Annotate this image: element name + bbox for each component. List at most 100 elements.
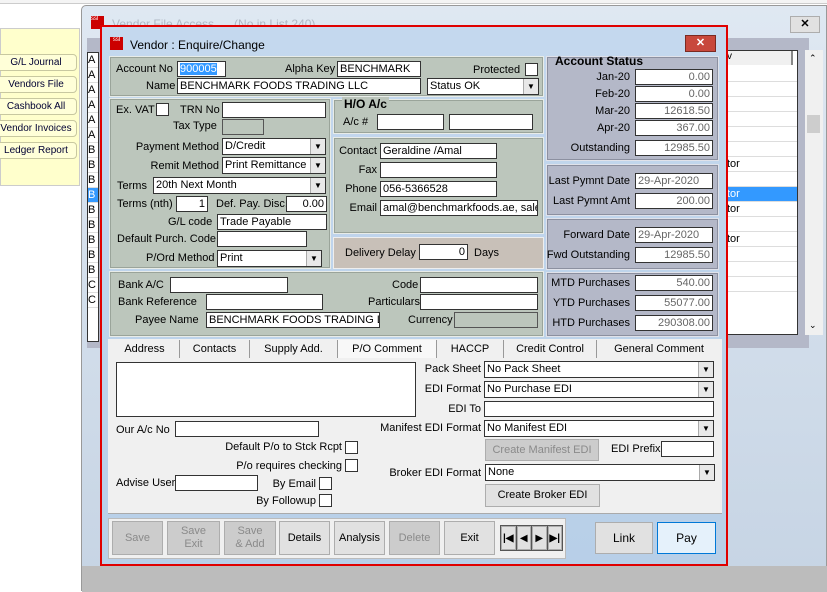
tab-po-comment[interactable]: P/O Comment: [338, 340, 437, 358]
alpha-key-input[interactable]: BENCHMARK: [337, 61, 421, 77]
fax-input[interactable]: [380, 162, 497, 178]
list-row-left[interactable]: C: [88, 278, 98, 293]
tab-supply-add[interactable]: Supply Add.: [250, 340, 338, 358]
code-input[interactable]: [420, 277, 538, 293]
phone-input[interactable]: 056-5366528: [380, 181, 497, 197]
po-requires-checking-checkbox[interactable]: [345, 459, 358, 472]
first-record-icon[interactable]: |◀: [501, 526, 516, 550]
save-exit-button[interactable]: Save Exit: [167, 521, 220, 555]
list-row-left[interactable]: B: [88, 143, 98, 158]
our-ac-no-input[interactable]: [175, 421, 319, 437]
status-select[interactable]: Status OK ▼: [427, 78, 539, 95]
last-record-icon[interactable]: ▶|: [547, 526, 562, 550]
list-row-left[interactable]: B: [88, 173, 98, 188]
default-purch-code-input[interactable]: [217, 231, 307, 247]
list-row-left[interactable]: A: [88, 113, 98, 128]
menu-gl-journal[interactable]: G/L Journal: [0, 54, 77, 71]
trn-input[interactable]: [222, 102, 326, 118]
tab-address[interactable]: Address: [110, 340, 180, 358]
ho-ac-input-2[interactable]: [449, 114, 533, 130]
contact-input[interactable]: Geraldine /Amal: [380, 143, 497, 159]
list-row-left[interactable]: B: [88, 188, 98, 203]
particulars-input[interactable]: [420, 294, 538, 310]
menu-cashbook-all[interactable]: Cashbook All: [0, 98, 77, 115]
scroll-thumb[interactable]: [807, 115, 820, 133]
menu-vendors-file[interactable]: Vendors File: [0, 76, 77, 93]
def-pay-disc-input[interactable]: 0.00: [286, 196, 327, 212]
create-broker-edi-button[interactable]: Create Broker EDI: [485, 484, 600, 507]
broker-edi-format-select[interactable]: None ▼: [485, 464, 715, 481]
by-email-checkbox[interactable]: [319, 477, 332, 490]
tab-haccp[interactable]: HACCP: [437, 340, 504, 358]
payee-name-input[interactable]: BENCHMARK FOODS TRADING L: [206, 312, 380, 328]
gl-code-input[interactable]: Trade Payable: [217, 214, 327, 230]
list-row-right[interactable]: [727, 112, 797, 127]
previous-record-icon[interactable]: ◀: [516, 526, 531, 550]
tab-general-comment[interactable]: General Comment: [597, 340, 721, 358]
list-row-right[interactable]: tor: [727, 232, 797, 247]
delete-button[interactable]: Delete: [389, 521, 440, 555]
list-row-right[interactable]: [727, 217, 797, 232]
next-record-icon[interactable]: ▶: [532, 526, 547, 550]
remit-method-select[interactable]: Print Remittance ▼: [222, 157, 326, 174]
tab-credit-control[interactable]: Credit Control: [504, 340, 597, 358]
list-row-right[interactable]: tor: [727, 187, 797, 202]
ho-ac-input[interactable]: [377, 114, 444, 130]
edi-to-input[interactable]: [484, 401, 714, 417]
pord-method-select[interactable]: Print ▼: [217, 250, 322, 267]
terms-nth-input[interactable]: 1: [176, 196, 208, 212]
save-add-button[interactable]: Save & Add: [224, 521, 276, 555]
tab-contacts[interactable]: Contacts: [180, 340, 250, 358]
list-row-left[interactable]: B: [88, 263, 98, 278]
list-row-left[interactable]: B: [88, 218, 98, 233]
list-row-right[interactable]: [727, 262, 797, 277]
exit-button[interactable]: Exit: [444, 521, 495, 555]
list-row-left[interactable]: C: [88, 293, 98, 308]
bank-ac-input[interactable]: [170, 277, 288, 293]
list-row-left[interactable]: B: [88, 248, 98, 263]
bank-reference-input[interactable]: [206, 294, 323, 310]
create-manifest-edi-button[interactable]: Create Manifest EDI: [485, 439, 599, 461]
pay-button[interactable]: Pay: [657, 522, 716, 554]
details-button[interactable]: Details: [279, 521, 330, 555]
list-row-left[interactable]: A: [88, 53, 98, 68]
list-row-left[interactable]: A: [88, 68, 98, 83]
ex-vat-checkbox[interactable]: [156, 103, 169, 116]
list-row-left[interactable]: B: [88, 158, 98, 173]
edi-prefix-input[interactable]: [661, 441, 714, 457]
list-row-right[interactable]: [727, 277, 797, 292]
list-row-right[interactable]: [727, 67, 797, 82]
manifest-edi-format-select[interactable]: No Manifest EDI ▼: [484, 420, 714, 437]
delivery-delay-input[interactable]: 0: [419, 244, 468, 260]
list-row-left[interactable]: A: [88, 128, 98, 143]
link-button[interactable]: Link: [595, 522, 653, 554]
default-po-checkbox[interactable]: [345, 441, 358, 454]
list-scrollbar[interactable]: ⌃ ⌄: [805, 50, 823, 335]
edi-format-select[interactable]: No Purchase EDI ▼: [484, 381, 714, 398]
account-no-input[interactable]: 900005: [177, 61, 226, 77]
list-column-header[interactable]: v: [727, 51, 793, 65]
list-row-right[interactable]: tor: [727, 202, 797, 217]
name-input[interactable]: BENCHMARK FOODS TRADING LLC: [177, 78, 421, 94]
save-button[interactable]: Save: [112, 521, 163, 555]
bg-close-button[interactable]: ✕: [790, 16, 820, 33]
pack-sheet-select[interactable]: No Pack Sheet ▼: [484, 361, 714, 378]
list-row-right[interactable]: [727, 142, 797, 157]
list-row-left[interactable]: B: [88, 203, 98, 218]
menu-vendor-invoices[interactable]: Vendor Invoices: [0, 120, 77, 137]
list-row-right[interactable]: [727, 247, 797, 262]
terms-select[interactable]: 20th Next Month ▼: [153, 177, 326, 194]
menu-ledger-report[interactable]: Ledger Report: [0, 142, 77, 159]
list-row-right[interactable]: [727, 127, 797, 142]
list-row-left[interactable]: B: [88, 233, 98, 248]
protected-checkbox[interactable]: [525, 63, 538, 76]
payment-method-select[interactable]: D/Credit ▼: [222, 138, 326, 155]
list-row-left[interactable]: A: [88, 98, 98, 113]
list-row-right[interactable]: [727, 82, 797, 97]
list-row-right[interactable]: tor: [727, 157, 797, 172]
by-followup-checkbox[interactable]: [319, 494, 332, 507]
list-row-left[interactable]: A: [88, 83, 98, 98]
list-row-right[interactable]: [727, 97, 797, 112]
list-row-right[interactable]: [727, 172, 797, 187]
email-input[interactable]: amal@benchmarkfoods.ae, sales: [380, 200, 538, 216]
